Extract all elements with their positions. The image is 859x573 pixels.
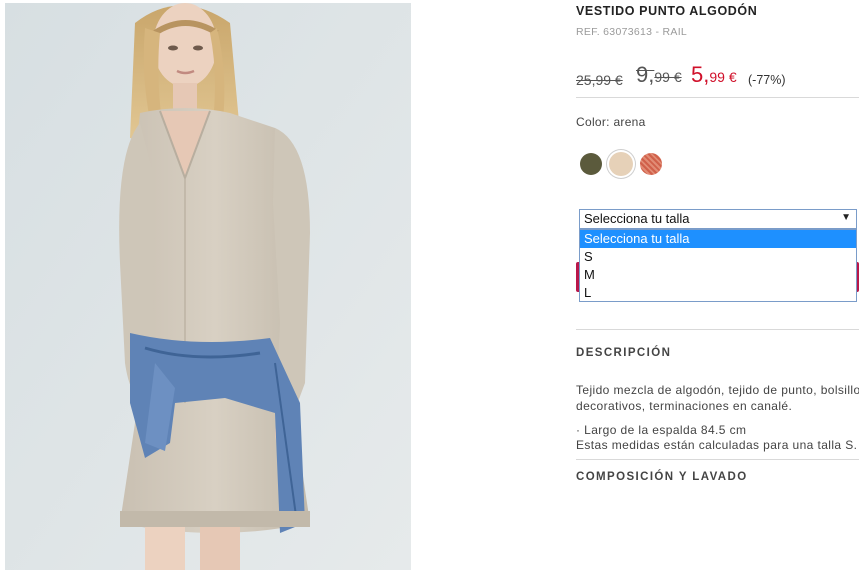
color-swatch-coral[interactable] bbox=[640, 153, 662, 175]
description-line-1: Tejido mezcla de algodón, tejido de punt… bbox=[576, 383, 859, 397]
color-label: Color: arena bbox=[576, 115, 646, 129]
size-dropdown-list: Selecciona tu talla S M L bbox=[579, 229, 857, 302]
previous-price-dec: 99 € bbox=[654, 69, 682, 85]
previous-price: 9,99 € bbox=[636, 62, 682, 88]
description-line-4: Estas medidas están calculadas para una … bbox=[576, 438, 858, 452]
divider bbox=[576, 329, 859, 330]
product-reference: REF. 63073613 - RAIL bbox=[576, 26, 688, 38]
size-option-l[interactable]: L bbox=[580, 284, 856, 302]
divider bbox=[576, 97, 859, 98]
product-info-panel: VESTIDO PUNTO ALGODÓN REF. 63073613 - RA… bbox=[576, 0, 859, 573]
current-price: 5,99 € bbox=[691, 62, 737, 88]
description-line-2: decorativos, terminaciones en canalé. bbox=[576, 399, 793, 413]
color-swatch-arena[interactable] bbox=[609, 152, 633, 176]
size-option-placeholder[interactable]: Selecciona tu talla bbox=[580, 230, 856, 248]
previous-price-int: 9, bbox=[636, 62, 655, 87]
model-photo-illustration bbox=[5, 3, 411, 570]
divider bbox=[576, 459, 859, 460]
size-select-value: Selecciona tu talla bbox=[584, 211, 690, 226]
current-price-dec: 99 € bbox=[709, 69, 737, 85]
size-option-m[interactable]: M bbox=[580, 266, 856, 284]
description-heading[interactable]: DESCRIPCIÓN bbox=[576, 347, 671, 359]
original-price: 25,99 € bbox=[576, 72, 623, 88]
product-image[interactable] bbox=[5, 3, 411, 570]
chevron-down-icon[interactable]: ▼ bbox=[841, 212, 851, 223]
discount-percentage: (-77%) bbox=[748, 73, 786, 87]
description-line-3: · Largo de la espalda 84.5 cm bbox=[576, 423, 747, 437]
size-option-s[interactable]: S bbox=[580, 248, 856, 266]
current-price-int: 5, bbox=[691, 62, 710, 87]
size-select[interactable]: Selecciona tu talla ▼ bbox=[579, 209, 857, 229]
composition-heading[interactable]: COMPOSICIÓN Y LAVADO bbox=[576, 471, 748, 483]
product-title: VESTIDO PUNTO ALGODÓN bbox=[576, 4, 758, 18]
color-swatch-olive[interactable] bbox=[580, 153, 602, 175]
